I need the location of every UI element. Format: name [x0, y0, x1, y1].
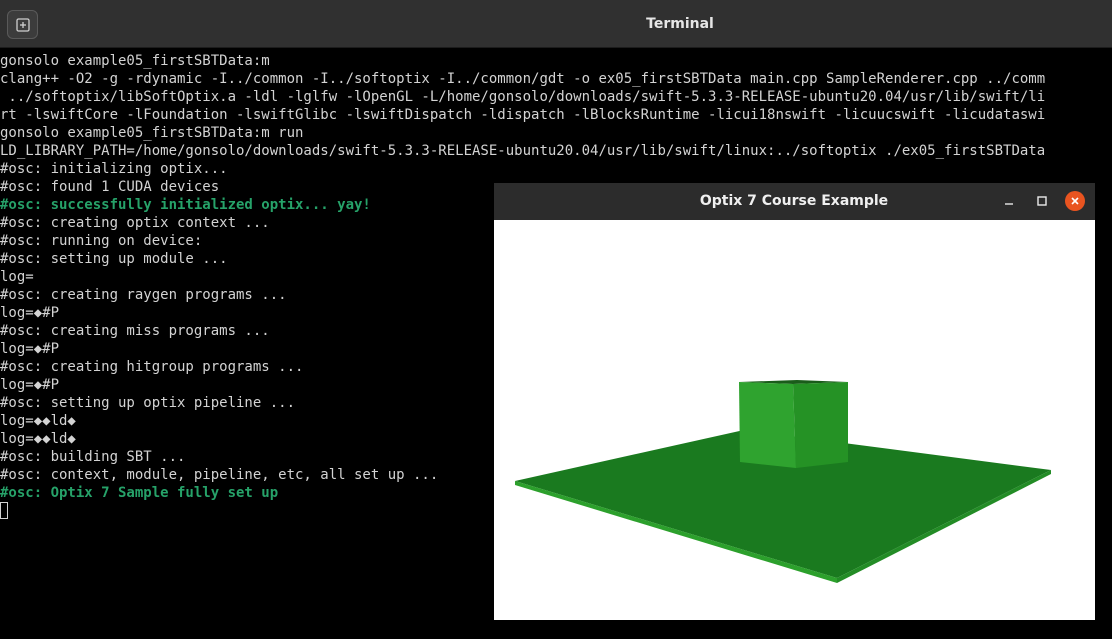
green-cube: [739, 380, 848, 468]
terminal-line: gonsolo example05_firstSBTData:m run: [0, 125, 304, 141]
close-icon: [1071, 197, 1079, 205]
minimize-button[interactable]: [999, 191, 1019, 211]
optix-titlebar[interactable]: Optix 7 Course Example: [494, 183, 1095, 220]
terminal-title: Terminal: [646, 16, 714, 32]
maximize-icon: [1037, 196, 1047, 206]
terminal-cursor: [0, 502, 8, 519]
terminal-line: gonsolo example05_firstSBTData:m: [0, 53, 270, 69]
render-viewport[interactable]: [494, 220, 1095, 620]
terminal-titlebar[interactable]: Terminal: [0, 0, 1112, 48]
terminal-line: LD_LIBRARY_PATH=/home/gonsolo/downloads/…: [0, 143, 1046, 159]
optix-window[interactable]: Optix 7 Course Example: [494, 183, 1095, 620]
terminal-line: ../softoptix/libSoftOptix.a -ldl -lglfw …: [0, 89, 1046, 105]
terminal-line: rt -lswiftCore -lFoundation -lswiftGlibc…: [0, 107, 1046, 123]
close-button[interactable]: [1065, 191, 1085, 211]
maximize-button[interactable]: [1032, 191, 1052, 211]
terminal-line: clang++ -O2 -g -rdynamic -I../common -I.…: [0, 71, 1046, 87]
terminal-line: #osc: initializing optix...: [0, 161, 228, 177]
minimize-icon: [1005, 203, 1013, 205]
